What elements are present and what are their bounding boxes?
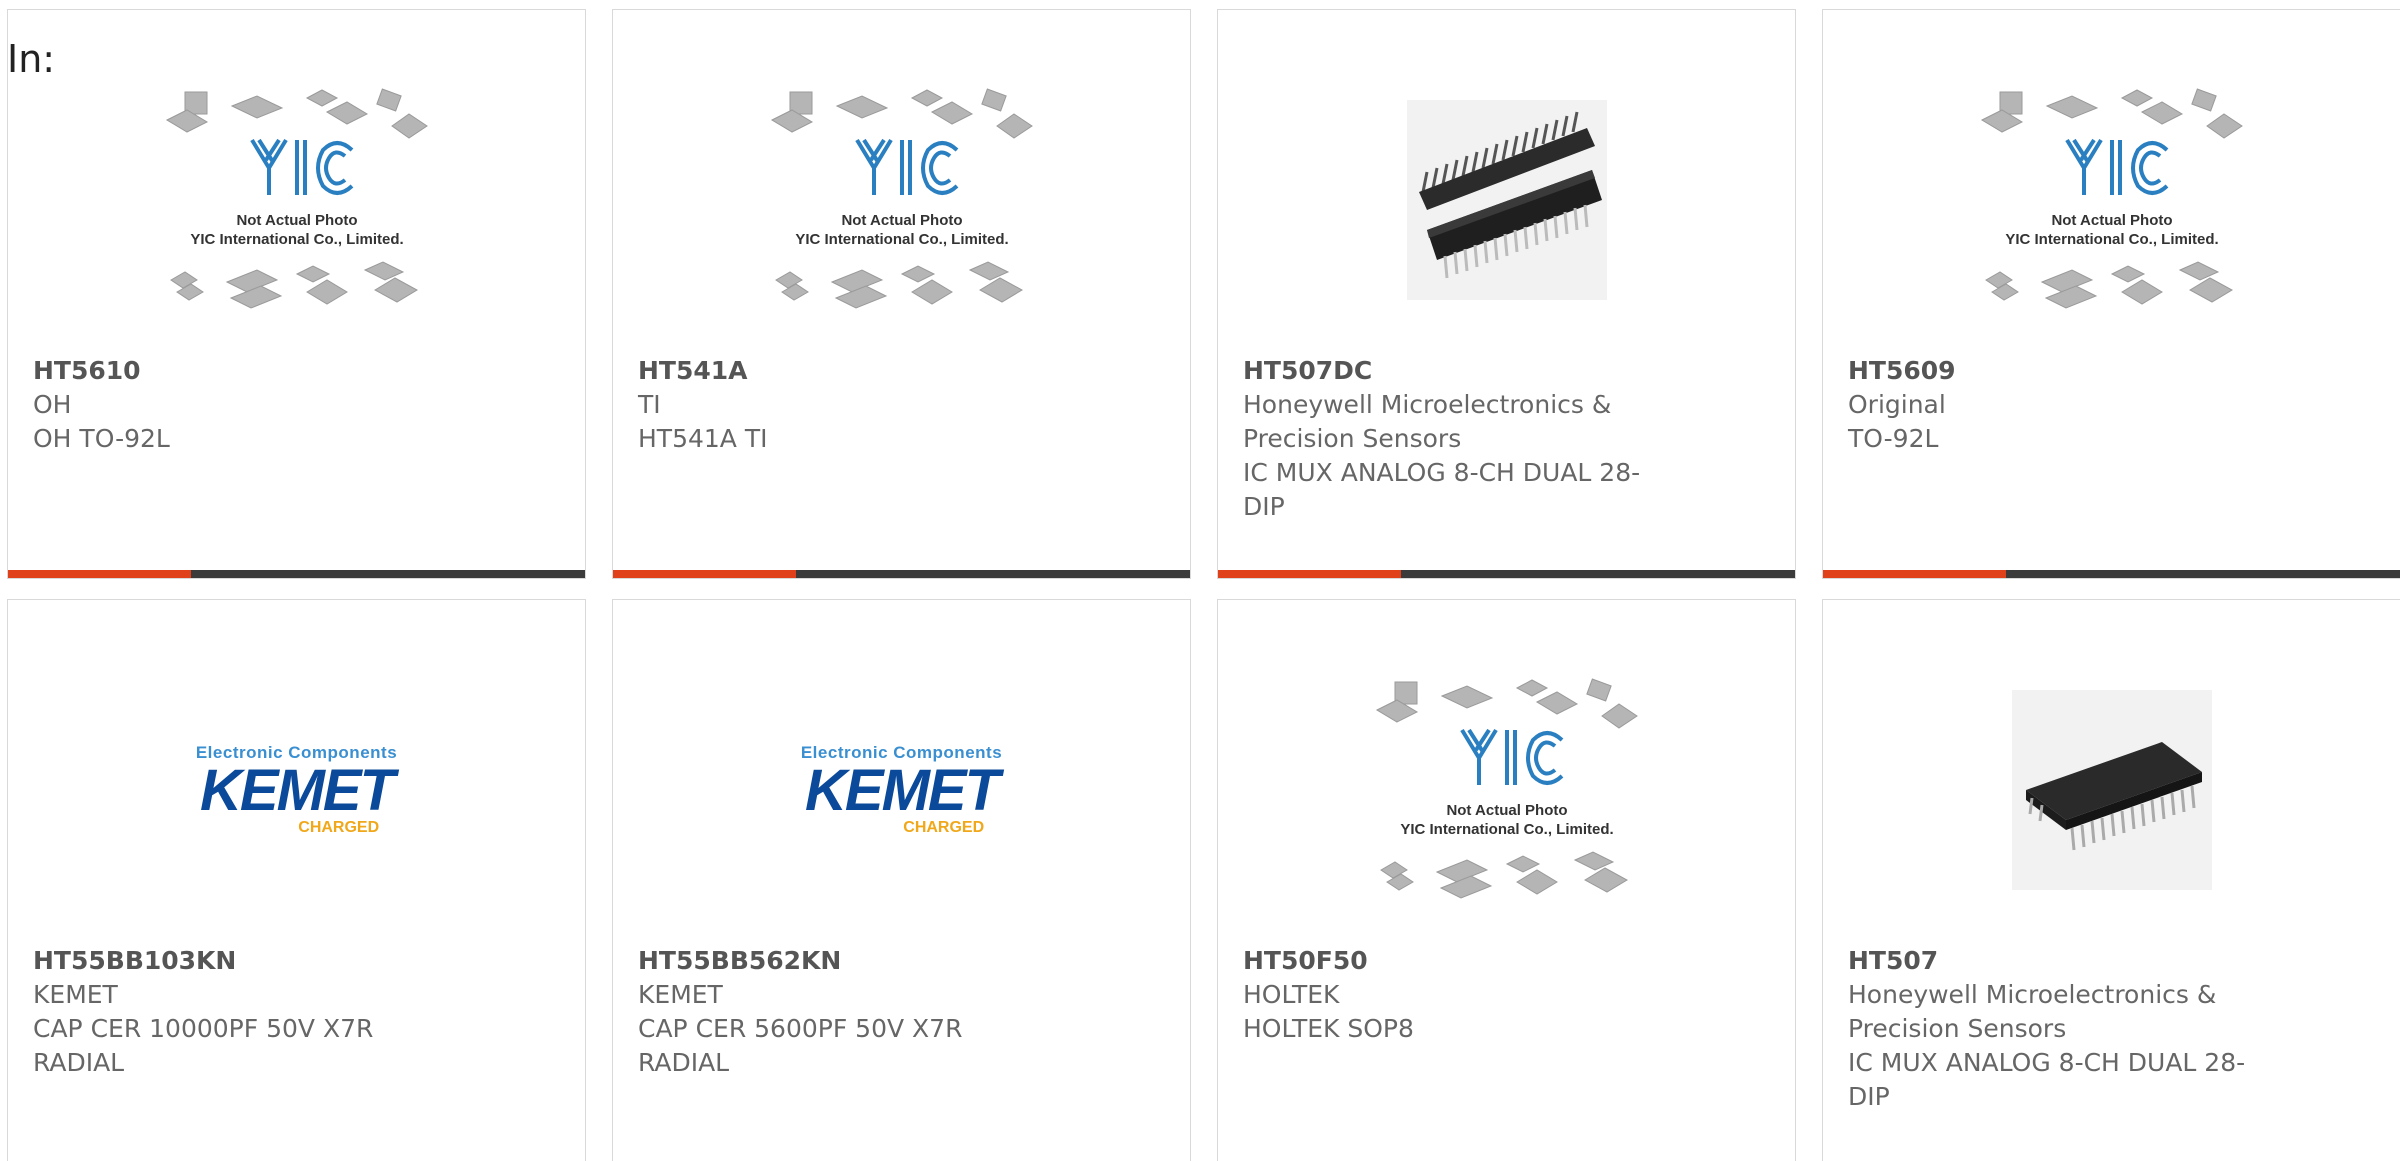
kemet-logo-image: Electronic Components KEMET CHARGED <box>801 743 1002 836</box>
product-info: HT50F50 HOLTEK HOLTEK SOP8 <box>1243 944 1663 1046</box>
product-card[interactable]: Electronic Components KEMET CHARGED HT55… <box>612 599 1191 1161</box>
manufacturer: OH <box>33 390 72 419</box>
description: IC MUX ANALOG 8-CH DUAL 28-DIP <box>1848 1048 2246 1111</box>
product-card[interactable]: Not Actual Photo YIC International Co., … <box>612 9 1191 579</box>
yic-placeholder-image: Not Actual Photo YIC International Co., … <box>165 88 428 309</box>
yic-placeholder-image: Not Actual Photo YIC International Co., … <box>1980 88 2243 309</box>
product-card[interactable]: Not Actual Photo YIC International Co., … <box>7 9 586 579</box>
manufacturer: TI <box>638 390 661 419</box>
card-accent-bar <box>613 570 1190 578</box>
kemet-logo-image: Electronic Components KEMET CHARGED <box>196 743 397 836</box>
description: OH TO-92L <box>33 424 170 453</box>
product-image[interactable]: Not Actual Photo YIC International Co., … <box>1218 640 1795 940</box>
placeholder-line1: Not Actual Photo <box>841 212 962 229</box>
kemet-logo-brand: KEMET <box>805 758 1000 824</box>
product-info: HT507 Honeywell Microelectronics & Preci… <box>1848 944 2268 1114</box>
description: TO-92L <box>1848 424 1939 453</box>
yic-placeholder-image: Not Actual Photo YIC International Co., … <box>1375 678 1638 899</box>
part-number[interactable]: HT55BB103KN <box>33 944 453 978</box>
product-info: HT541A TI HT541A TI <box>638 354 1058 456</box>
part-number[interactable]: HT55BB562KN <box>638 944 1058 978</box>
placeholder-line2: YIC International Co., Limited. <box>1400 821 1613 838</box>
in-label: In: <box>7 37 56 81</box>
part-number[interactable]: HT5610 <box>33 354 453 388</box>
product-card[interactable]: Not Actual Photo YIC International Co., … <box>1822 9 2400 579</box>
product-card[interactable]: Not Actual Photo YIC International Co., … <box>1217 599 1796 1161</box>
placeholder-line1: Not Actual Photo <box>2051 212 2172 229</box>
product-image[interactable] <box>1823 640 2400 940</box>
product-image[interactable]: Electronic Components KEMET CHARGED <box>613 640 1190 940</box>
kemet-logo-brand: KEMET <box>200 758 395 824</box>
manufacturer: Honeywell Microelectronics & Precision S… <box>1243 390 1612 453</box>
placeholder-line1: Not Actual Photo <box>1446 802 1567 819</box>
product-listing-page: In: Not Actual Photo YIC International C… <box>0 0 2400 1161</box>
product-image[interactable]: Electronic Components KEMET CHARGED <box>8 640 585 940</box>
manufacturer: Original <box>1848 390 1946 419</box>
product-info: HT5609 Original TO-92L <box>1848 354 2268 456</box>
part-number[interactable]: HT507DC <box>1243 354 1663 388</box>
manufacturer: Honeywell Microelectronics & Precision S… <box>1848 980 2217 1043</box>
yic-placeholder-image: Not Actual Photo YIC International Co., … <box>770 88 1033 309</box>
manufacturer: KEMET <box>33 980 118 1009</box>
product-image[interactable] <box>1218 50 1795 350</box>
product-image[interactable]: Not Actual Photo YIC International Co., … <box>1823 50 2400 350</box>
product-card[interactable]: HT507DC Honeywell Microelectronics & Pre… <box>1217 9 1796 579</box>
product-info: HT55BB103KN KEMET CAP CER 10000PF 50V X7… <box>33 944 453 1080</box>
placeholder-line2: YIC International Co., Limited. <box>795 231 1008 248</box>
description: HOLTEK SOP8 <box>1243 1014 1414 1043</box>
description: HT541A TI <box>638 424 768 453</box>
product-info: HT5610 OH OH TO-92L <box>33 354 453 456</box>
card-accent-bar <box>1218 570 1795 578</box>
part-number[interactable]: HT5609 <box>1848 354 2268 388</box>
manufacturer: HOLTEK <box>1243 980 1340 1009</box>
dip-chip-pair-image <box>1406 100 1607 300</box>
card-accent-bar <box>1823 570 2400 578</box>
card-accent-bar <box>8 570 585 578</box>
product-card[interactable]: Electronic Components KEMET CHARGED HT55… <box>7 599 586 1161</box>
dip-chip-image <box>2011 690 2212 890</box>
product-image[interactable]: Not Actual Photo YIC International Co., … <box>8 50 585 350</box>
product-card[interactable]: HT507 Honeywell Microelectronics & Preci… <box>1822 599 2400 1161</box>
product-info: HT507DC Honeywell Microelectronics & Pre… <box>1243 354 1663 524</box>
product-info: HT55BB562KN KEMET CAP CER 5600PF 50V X7R… <box>638 944 1058 1080</box>
product-image[interactable]: Not Actual Photo YIC International Co., … <box>613 50 1190 350</box>
product-grid: Not Actual Photo YIC International Co., … <box>7 9 2400 1161</box>
placeholder-line1: Not Actual Photo <box>236 212 357 229</box>
description: IC MUX ANALOG 8-CH DUAL 28-DIP <box>1243 458 1641 521</box>
manufacturer: KEMET <box>638 980 723 1009</box>
part-number[interactable]: HT541A <box>638 354 1058 388</box>
part-number[interactable]: HT507 <box>1848 944 2268 978</box>
description: CAP CER 10000PF 50V X7R RADIAL <box>33 1014 374 1077</box>
description: CAP CER 5600PF 50V X7R RADIAL <box>638 1014 963 1077</box>
part-number[interactable]: HT50F50 <box>1243 944 1663 978</box>
placeholder-line2: YIC International Co., Limited. <box>190 231 403 248</box>
placeholder-line2: YIC International Co., Limited. <box>2005 231 2218 248</box>
